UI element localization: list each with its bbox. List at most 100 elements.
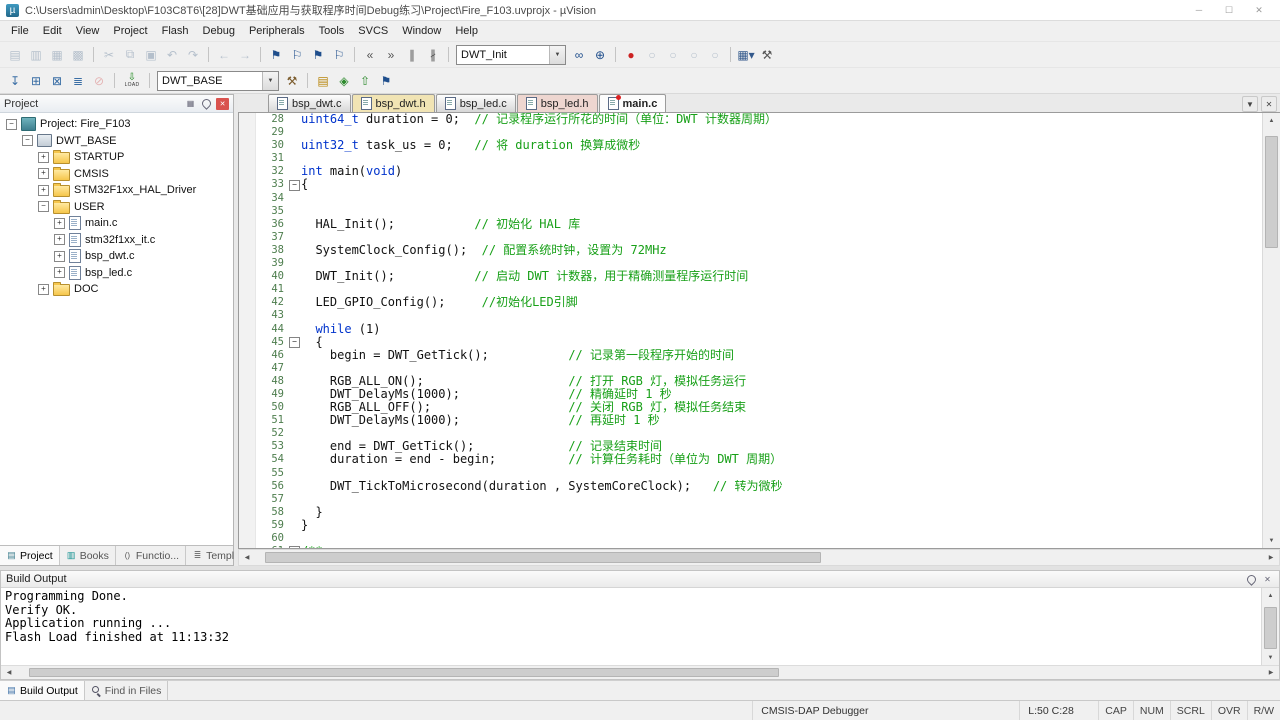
- flag-icon[interactable]: ⚑: [376, 71, 396, 91]
- breakpoint-margin[interactable]: [239, 401, 256, 415]
- expand-icon[interactable]: +: [38, 168, 49, 180]
- code-text[interactable]: {: [301, 336, 1262, 349]
- code-text[interactable]: [301, 205, 1262, 218]
- configure-tools-icon[interactable]: ⚒: [757, 45, 777, 65]
- code-text[interactable]: int main(void): [301, 165, 1262, 178]
- maximize-button[interactable]: ☐: [1214, 1, 1244, 19]
- code-text[interactable]: SystemClock_Config(); // 配置系统时钟，设置为 72MH…: [301, 244, 1262, 257]
- expand-icon[interactable]: +: [54, 267, 65, 279]
- code-text[interactable]: begin = DWT_GetTick(); // 记录第一段程序开始的时间: [301, 349, 1262, 362]
- panel-tab-project[interactable]: ▤ Project: [0, 546, 60, 565]
- breakpoint-margin[interactable]: [239, 466, 256, 480]
- run-icon[interactable]: ○: [642, 45, 662, 65]
- bottom-tab-build-output[interactable]: ▤ Build Output: [0, 681, 85, 700]
- breakpoint-margin[interactable]: [239, 361, 256, 375]
- expand-icon[interactable]: +: [54, 234, 65, 246]
- menu-edit[interactable]: Edit: [36, 23, 69, 39]
- minimize-button[interactable]: ─: [1184, 1, 1214, 19]
- tree-item-stm32f1xx-it-c[interactable]: + stm32f1xx_it.c: [0, 232, 233, 249]
- autohide-pin-icon[interactable]: [200, 97, 213, 110]
- code-text[interactable]: DWT_Init(); // 启动 DWT 计数器，用于精确测量程序运行时间: [301, 270, 1262, 283]
- paste-icon[interactable]: ▣: [141, 45, 161, 65]
- build-output-text[interactable]: Programming Done. Verify OK. Application r…: [1, 588, 1261, 665]
- code-text[interactable]: DWT_TickToMicrosecond(duration , SystemC…: [301, 480, 1262, 493]
- code-text[interactable]: {: [301, 178, 1262, 191]
- save-all-icon[interactable]: ▩: [68, 45, 88, 65]
- breakpoint-margin[interactable]: [239, 387, 256, 402]
- collapse-icon[interactable]: −: [22, 135, 33, 147]
- panel-tab-books[interactable]: ▥ Books: [60, 546, 116, 565]
- incremental-find-icon[interactable]: ⊕: [590, 45, 610, 65]
- fold-collapse-icon[interactable]: −: [289, 179, 300, 191]
- target-combo[interactable]: DWT_BASE ▼: [157, 70, 279, 91]
- menu-project[interactable]: Project: [106, 23, 154, 39]
- code-text[interactable]: }: [301, 519, 1262, 532]
- find-in-files-icon[interactable]: ∞: [569, 45, 589, 65]
- menu-help[interactable]: Help: [448, 23, 485, 39]
- cut-icon[interactable]: ✂: [99, 45, 119, 65]
- breakpoint-margin[interactable]: [239, 479, 256, 493]
- tree-item-cmsis[interactable]: + CMSIS: [0, 166, 233, 183]
- breakpoint-margin[interactable]: [239, 453, 256, 467]
- dropdown-arrow-icon[interactable]: ▼: [262, 71, 278, 90]
- menu-svcs[interactable]: SVCS: [351, 23, 395, 39]
- code-text[interactable]: [301, 283, 1262, 296]
- build-output-close-icon[interactable]: ✕: [1261, 573, 1274, 585]
- code-text[interactable]: /**: [301, 545, 1262, 548]
- tab-bsp-led-h[interactable]: bsp_led.h: [516, 94, 598, 112]
- copy-icon[interactable]: ⧉: [120, 45, 140, 65]
- breakpoint-margin[interactable]: [239, 518, 256, 532]
- breakpoint-margin[interactable]: [239, 178, 256, 192]
- tab-bsp-led-c[interactable]: bsp_led.c: [435, 94, 516, 112]
- tab-main-c[interactable]: main.c: [598, 94, 667, 112]
- tree-item-stm32f1xx-hal-driver[interactable]: + STM32F1xx_HAL_Driver: [0, 182, 233, 199]
- new-file-icon[interactable]: ▤: [5, 45, 25, 65]
- tab-bsp-dwt-c[interactable]: bsp_dwt.c: [268, 94, 351, 112]
- expand-icon[interactable]: +: [38, 151, 49, 163]
- code-text[interactable]: while (1): [301, 323, 1262, 336]
- code-text[interactable]: uint64_t duration = 0; // 记录程序运行所花的时间（单位…: [301, 113, 1262, 126]
- code-text[interactable]: DWT_DelayMs(1000); // 再延时 1 秒: [301, 414, 1262, 427]
- breakpoint-margin[interactable]: [239, 414, 256, 428]
- menu-window[interactable]: Window: [395, 23, 448, 39]
- breakpoint-margin[interactable]: [239, 492, 256, 506]
- output-scroll-left-icon[interactable]: ◀: [1, 666, 17, 679]
- breakpoint-margin[interactable]: [239, 270, 256, 284]
- output-hscroll-track[interactable]: [17, 666, 1263, 679]
- reset-icon[interactable]: ○: [705, 45, 725, 65]
- indent-left-icon[interactable]: «: [360, 45, 380, 65]
- code-text[interactable]: [301, 231, 1262, 244]
- breakpoint-margin[interactable]: [239, 139, 256, 153]
- editor-horizontal-scrollbar[interactable]: ◀ ▶: [238, 549, 1280, 566]
- close-document-icon[interactable]: ✕: [1261, 96, 1277, 112]
- tree-item-bsp-dwt-c[interactable]: + bsp_dwt.c: [0, 248, 233, 265]
- code-text[interactable]: [301, 192, 1262, 205]
- code-text[interactable]: [301, 309, 1262, 322]
- breakpoint-margin[interactable]: [239, 230, 256, 244]
- breakpoint-margin[interactable]: [239, 532, 256, 546]
- file-extensions-icon[interactable]: ▤: [313, 71, 333, 91]
- tree-item-user[interactable]: − USER: [0, 199, 233, 216]
- breakpoint-margin[interactable]: [239, 309, 256, 323]
- tree-item-dwt-base[interactable]: − DWT_BASE: [0, 133, 233, 150]
- code-text[interactable]: DWT_DelayMs(1000); // 精确延时 1 秒: [301, 388, 1262, 401]
- code-text[interactable]: [301, 532, 1262, 545]
- code-text[interactable]: [301, 126, 1262, 139]
- menu-flash[interactable]: Flash: [155, 23, 196, 39]
- tree-item-main-c[interactable]: + main.c: [0, 215, 233, 232]
- step-icon[interactable]: ○: [684, 45, 704, 65]
- close-button[interactable]: ✕: [1244, 1, 1274, 19]
- fold-collapse-icon[interactable]: −: [289, 546, 300, 548]
- breakpoint-margin[interactable]: [239, 257, 256, 271]
- scroll-left-icon[interactable]: ◀: [239, 550, 255, 565]
- find-combo[interactable]: DWT_Init ▼: [456, 44, 566, 65]
- collapse-icon[interactable]: −: [38, 201, 49, 213]
- download-button[interactable]: ⇩ LOAD: [120, 70, 144, 92]
- code-text[interactable]: [301, 257, 1262, 270]
- breakpoint-margin[interactable]: [239, 191, 256, 205]
- code-text[interactable]: HAL_Init(); // 初始化 HAL 库: [301, 218, 1262, 231]
- code-text[interactable]: uint32_t task_us = 0; // 将 duration 换算成微…: [301, 139, 1262, 152]
- breakpoint-margin[interactable]: [239, 348, 256, 362]
- menu-file[interactable]: File: [4, 23, 36, 39]
- menu-peripherals[interactable]: Peripherals: [242, 23, 312, 39]
